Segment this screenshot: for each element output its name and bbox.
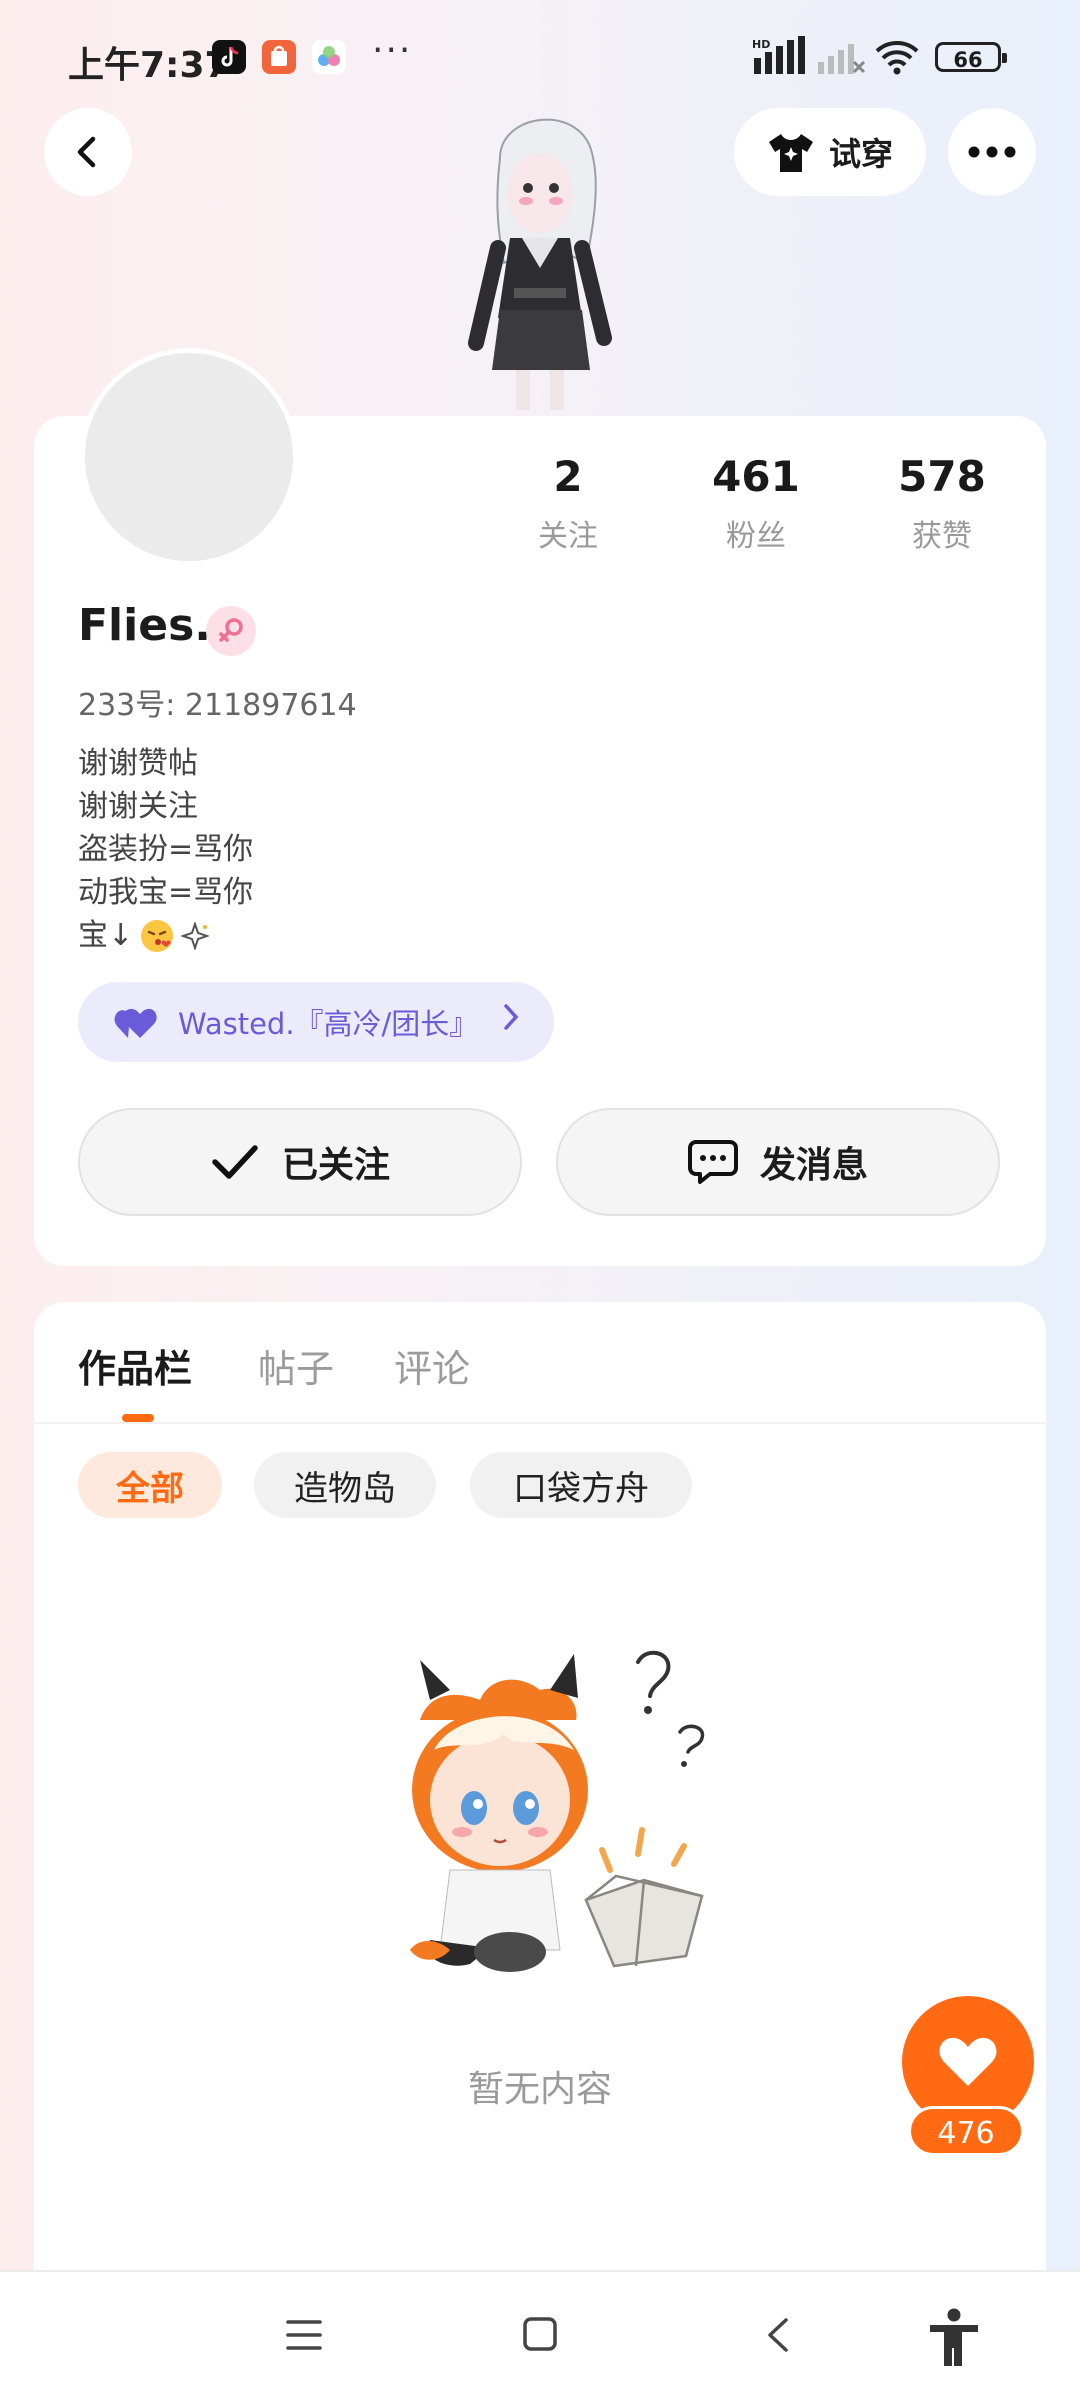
message-button-label: 发消息 xyxy=(759,1145,868,1186)
menu-icon[interactable] xyxy=(286,2318,322,2352)
signal-bars-nosim-icon xyxy=(816,40,866,76)
chevron-left-icon xyxy=(77,136,96,168)
team-label: Wasted.『高冷/团长』 xyxy=(178,1007,479,1041)
kiss-emoji-icon xyxy=(141,919,174,952)
empty-state-illustration xyxy=(390,1640,750,2010)
tab-indicator xyxy=(122,1414,154,1422)
tab-posts[interactable]: 帖子 xyxy=(258,1338,334,1393)
status-more-dots: ··· xyxy=(372,30,413,71)
sparkle-icon xyxy=(181,921,210,950)
game-app-icon xyxy=(312,40,346,74)
message-button[interactable]: 发消息 xyxy=(556,1108,1000,1216)
checkmark-icon xyxy=(212,1145,258,1179)
try-on-button[interactable]: 试穿 xyxy=(734,108,926,196)
try-on-label: 试穿 xyxy=(828,135,893,173)
more-dots-icon xyxy=(968,146,1016,158)
female-gender-icon xyxy=(206,606,256,656)
accessibility-icon[interactable] xyxy=(928,2308,980,2368)
follow-button[interactable]: 已关注 xyxy=(78,1108,522,1216)
stat-likes[interactable]: 578 获赞 xyxy=(862,452,1022,555)
status-time: 上午7:37 xyxy=(68,45,230,86)
likes-label: 获赞 xyxy=(912,519,972,554)
avatar-character-image xyxy=(430,88,650,418)
stat-followers[interactable]: 461 粉丝 xyxy=(676,452,836,555)
chat-bubble-icon xyxy=(687,1140,738,1184)
avatar[interactable] xyxy=(80,348,298,566)
bio: 谢谢赞帖 谢谢关注 盗装扮=骂你 动我宝=骂你 宝↓ xyxy=(78,742,253,957)
chip-creation-island[interactable]: 造物岛 xyxy=(254,1452,436,1518)
signal-hd-label: HD xyxy=(752,38,770,51)
more-options-button[interactable] xyxy=(948,108,1036,196)
following-count: 2 xyxy=(553,452,583,501)
double-heart-icon xyxy=(114,1008,157,1038)
chip-all[interactable]: 全部 xyxy=(78,1452,222,1518)
user-id: 233号: 211897614 xyxy=(78,688,357,723)
system-nav-bar xyxy=(0,2270,1080,2402)
following-label: 关注 xyxy=(538,519,598,554)
follow-button-label: 已关注 xyxy=(281,1145,390,1186)
tab-comments[interactable]: 评论 xyxy=(394,1338,470,1393)
chevron-right-icon xyxy=(502,1002,520,1040)
bio-line: 谢谢关注 xyxy=(78,789,198,824)
profile-name: Flies. xyxy=(78,600,211,651)
douyin-app-icon xyxy=(212,40,246,74)
back-button[interactable] xyxy=(44,108,132,196)
shopping-app-icon xyxy=(262,40,296,74)
battery-indicator: 66 xyxy=(935,42,1007,72)
tab-works[interactable]: 作品栏 xyxy=(78,1338,192,1393)
likes-count: 578 xyxy=(898,452,986,501)
bio-line: 谢谢赞帖 xyxy=(78,746,198,781)
nav-back-icon[interactable] xyxy=(764,2316,792,2354)
signal-bars-icon: HD xyxy=(752,36,808,76)
stat-following[interactable]: 2 关注 xyxy=(488,452,648,555)
like-count-badge: 476 xyxy=(908,2106,1024,2156)
wifi-icon xyxy=(874,38,920,76)
tab-divider xyxy=(34,1422,1046,1424)
home-square-icon[interactable] xyxy=(522,2316,558,2352)
bio-line: 盗装扮=骂你 xyxy=(78,832,254,867)
heart-icon xyxy=(939,2037,997,2086)
tshirt-sparkle-icon xyxy=(768,134,813,172)
followers-count: 461 xyxy=(712,452,800,501)
bio-line: 宝↓ xyxy=(78,918,134,953)
bio-line: 动我宝=骂你 xyxy=(78,875,254,910)
team-badge-button[interactable]: Wasted.『高冷/团长』 xyxy=(78,982,554,1062)
chip-pocket-ark[interactable]: 口袋方舟 xyxy=(470,1452,692,1518)
followers-label: 粉丝 xyxy=(726,519,786,554)
